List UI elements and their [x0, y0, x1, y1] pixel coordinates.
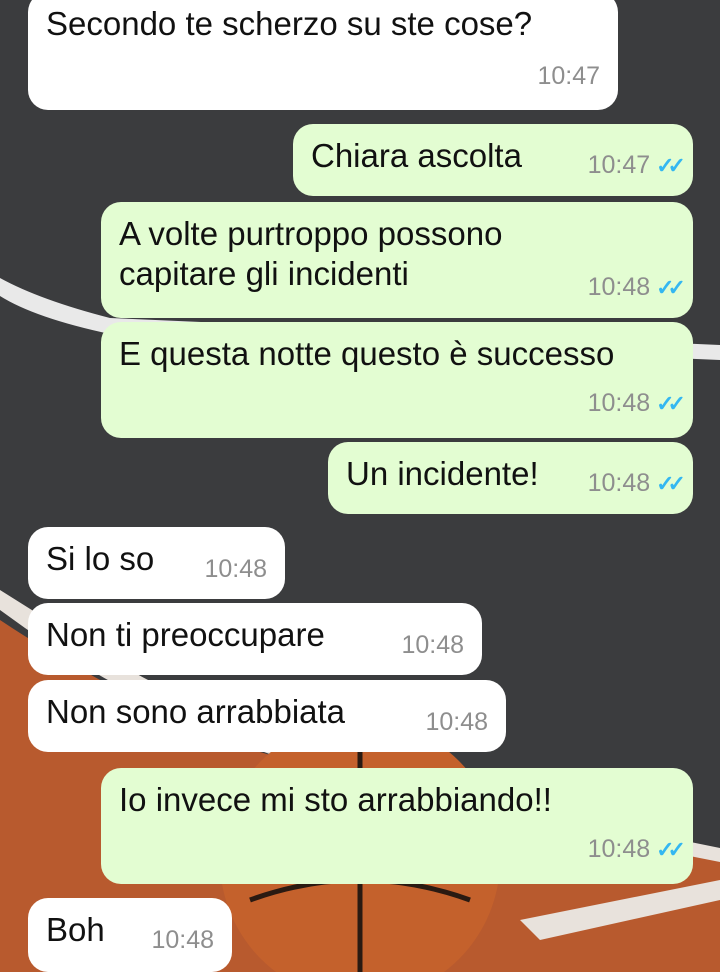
message-bubble-incoming[interactable]: Non ti preoccupare 10:48 [28, 603, 482, 675]
message-time: 10:48 [587, 835, 651, 863]
message-time: 10:48 [587, 273, 651, 301]
message-time-wrap: 10:48 ✓✓ [587, 267, 686, 308]
double-check-icon: ✓✓ [656, 471, 686, 496]
chat-thread: Secondo te scherzo su ste cose? 10:47 Ch… [0, 0, 720, 972]
message-time-wrap: 10:47 ✓✓ [587, 145, 686, 186]
message-bubble-incoming[interactable]: Secondo te scherzo su ste cose? 10:47 [28, 0, 618, 110]
message-time: 10:48 [425, 708, 488, 736]
message-time: 10:48 [204, 555, 267, 583]
message-time: 10:48 [587, 389, 651, 417]
message-bubble-outgoing[interactable]: Io invece mi sto arrabbiando!! 10:48 ✓✓ [101, 768, 693, 884]
message-text: Io invece mi sto arrabbiando!! [119, 781, 552, 818]
message-time: 10:48 [151, 926, 214, 954]
message-bubble-outgoing[interactable]: E questa notte questo è successo 10:48 ✓✓ [101, 322, 693, 438]
message-bubble-outgoing[interactable]: Chiara ascolta 10:47 ✓✓ [293, 124, 693, 196]
message-time: 10:48 [587, 469, 651, 497]
message-time: 10:48 [401, 631, 464, 659]
message-time-wrap: 10:48 ✓✓ [587, 829, 686, 870]
double-check-icon: ✓✓ [656, 275, 686, 300]
message-bubble-outgoing[interactable]: Un incidente! 10:48 ✓✓ [328, 442, 693, 514]
message-bubble-incoming[interactable]: Boh 10:48 [28, 898, 232, 972]
message-text: Secondo te scherzo su ste cose? [46, 5, 533, 42]
message-bubble-incoming[interactable]: Si lo so 10:48 [28, 527, 285, 599]
message-time-wrap: 10:48 ✓✓ [587, 463, 686, 504]
double-check-icon: ✓✓ [656, 153, 686, 178]
double-check-icon: ✓✓ [656, 391, 686, 416]
message-time: 10:47 [537, 62, 600, 90]
message-time: 10:47 [587, 151, 651, 179]
message-bubble-incoming[interactable]: Non sono arrabbiata 10:48 [28, 680, 506, 752]
message-bubble-outgoing[interactable]: A volte purtroppo possono capitare gli i… [101, 202, 693, 318]
double-check-icon: ✓✓ [656, 837, 686, 862]
message-text: E questa notte questo è successo [119, 335, 615, 372]
message-text: Non sono arrabbiata [46, 693, 346, 730]
message-time-wrap: 10:48 ✓✓ [587, 383, 686, 424]
